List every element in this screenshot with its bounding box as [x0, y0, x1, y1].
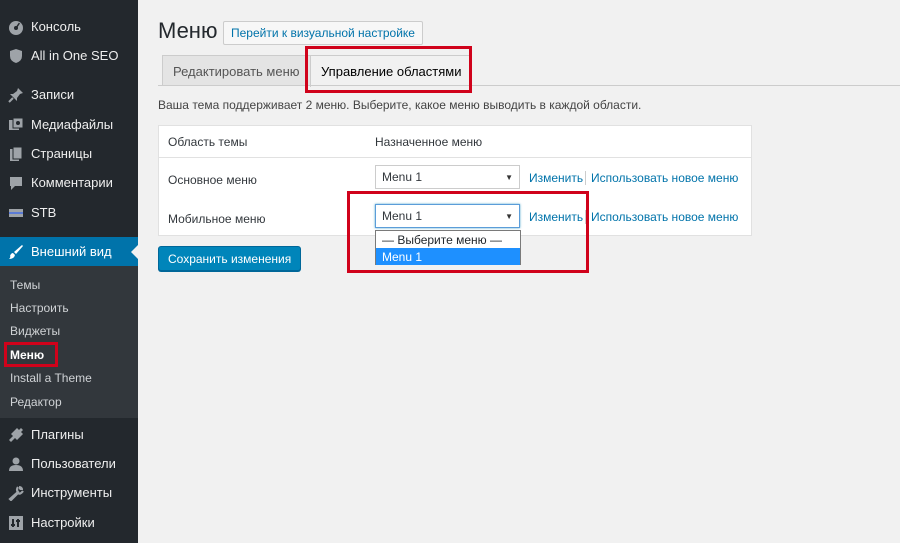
brush-icon — [8, 244, 24, 260]
sidebar-item-pages[interactable]: Страницы — [0, 139, 138, 168]
sidebar-item-comments[interactable]: Комментарии — [0, 168, 138, 197]
submenu-widgets[interactable]: Виджеты — [10, 324, 60, 338]
highlight-box-tab — [305, 46, 472, 93]
highlight-box-menu — [4, 342, 58, 367]
stb-icon — [8, 205, 24, 221]
sidebar-item-seo[interactable]: All in One SEO — [0, 41, 138, 70]
primary-menu-select[interactable]: Menu 1 ▼ — [375, 165, 520, 189]
user-icon — [8, 456, 24, 472]
comment-icon — [8, 175, 24, 191]
link-separator — [585, 171, 586, 185]
settings-icon — [8, 515, 24, 531]
dashboard-icon — [8, 19, 24, 35]
new-menu-primary-link[interactable]: Использовать новое меню — [591, 171, 738, 185]
table-header-divider — [159, 157, 751, 158]
col-header-menu: Назначенное меню — [375, 135, 483, 149]
highlight-box-dropdown — [347, 191, 589, 273]
sidebar-item-plugins[interactable]: Плагины — [0, 420, 138, 449]
tabs-divider — [158, 85, 900, 86]
row-label-primary: Основное меню — [168, 173, 257, 187]
plug-icon — [8, 427, 24, 443]
submenu-customize[interactable]: Настроить — [10, 301, 69, 315]
description-text: Ваша тема поддерживает 2 меню. Выберите,… — [158, 98, 642, 112]
sidebar-item-dashboard[interactable]: Консоль — [0, 12, 138, 41]
chevron-down-icon: ▼ — [505, 173, 513, 182]
col-header-area: Область темы — [168, 135, 248, 149]
new-menu-mobile-link[interactable]: Использовать новое меню — [591, 210, 738, 224]
sidebar-item-tools[interactable]: Инструменты — [0, 478, 138, 507]
sidebar-item-stb[interactable]: STB — [0, 198, 138, 227]
sidebar-item-appearance[interactable]: Внешний вид — [0, 237, 138, 266]
shield-icon — [8, 48, 24, 64]
edit-primary-link[interactable]: Изменить — [529, 171, 583, 185]
admin-sidebar: Консоль All in One SEO Записи Медиафайлы… — [0, 0, 138, 543]
tab-edit-menus[interactable]: Редактировать меню — [162, 55, 311, 86]
save-changes-button[interactable]: Сохранить изменения — [158, 246, 302, 271]
page-title: Меню — [158, 18, 218, 43]
sidebar-item-settings[interactable]: Настройки — [0, 508, 138, 537]
wrench-icon — [8, 485, 24, 501]
submenu-install-theme[interactable]: Install a Theme — [10, 371, 92, 385]
submenu-editor[interactable]: Редактор — [10, 395, 62, 409]
media-icon — [8, 117, 24, 133]
sidebar-item-users[interactable]: Пользователи — [0, 449, 138, 478]
sidebar-item-posts[interactable]: Записи — [0, 80, 138, 109]
visual-settings-button[interactable]: Перейти к визуальной настройке — [223, 21, 423, 45]
submenu-themes[interactable]: Темы — [10, 278, 40, 292]
sidebar-item-media[interactable]: Медиафайлы — [0, 110, 138, 139]
row-label-mobile: Мобильное меню — [168, 212, 266, 226]
pin-icon — [8, 87, 24, 103]
pages-icon — [8, 146, 24, 162]
